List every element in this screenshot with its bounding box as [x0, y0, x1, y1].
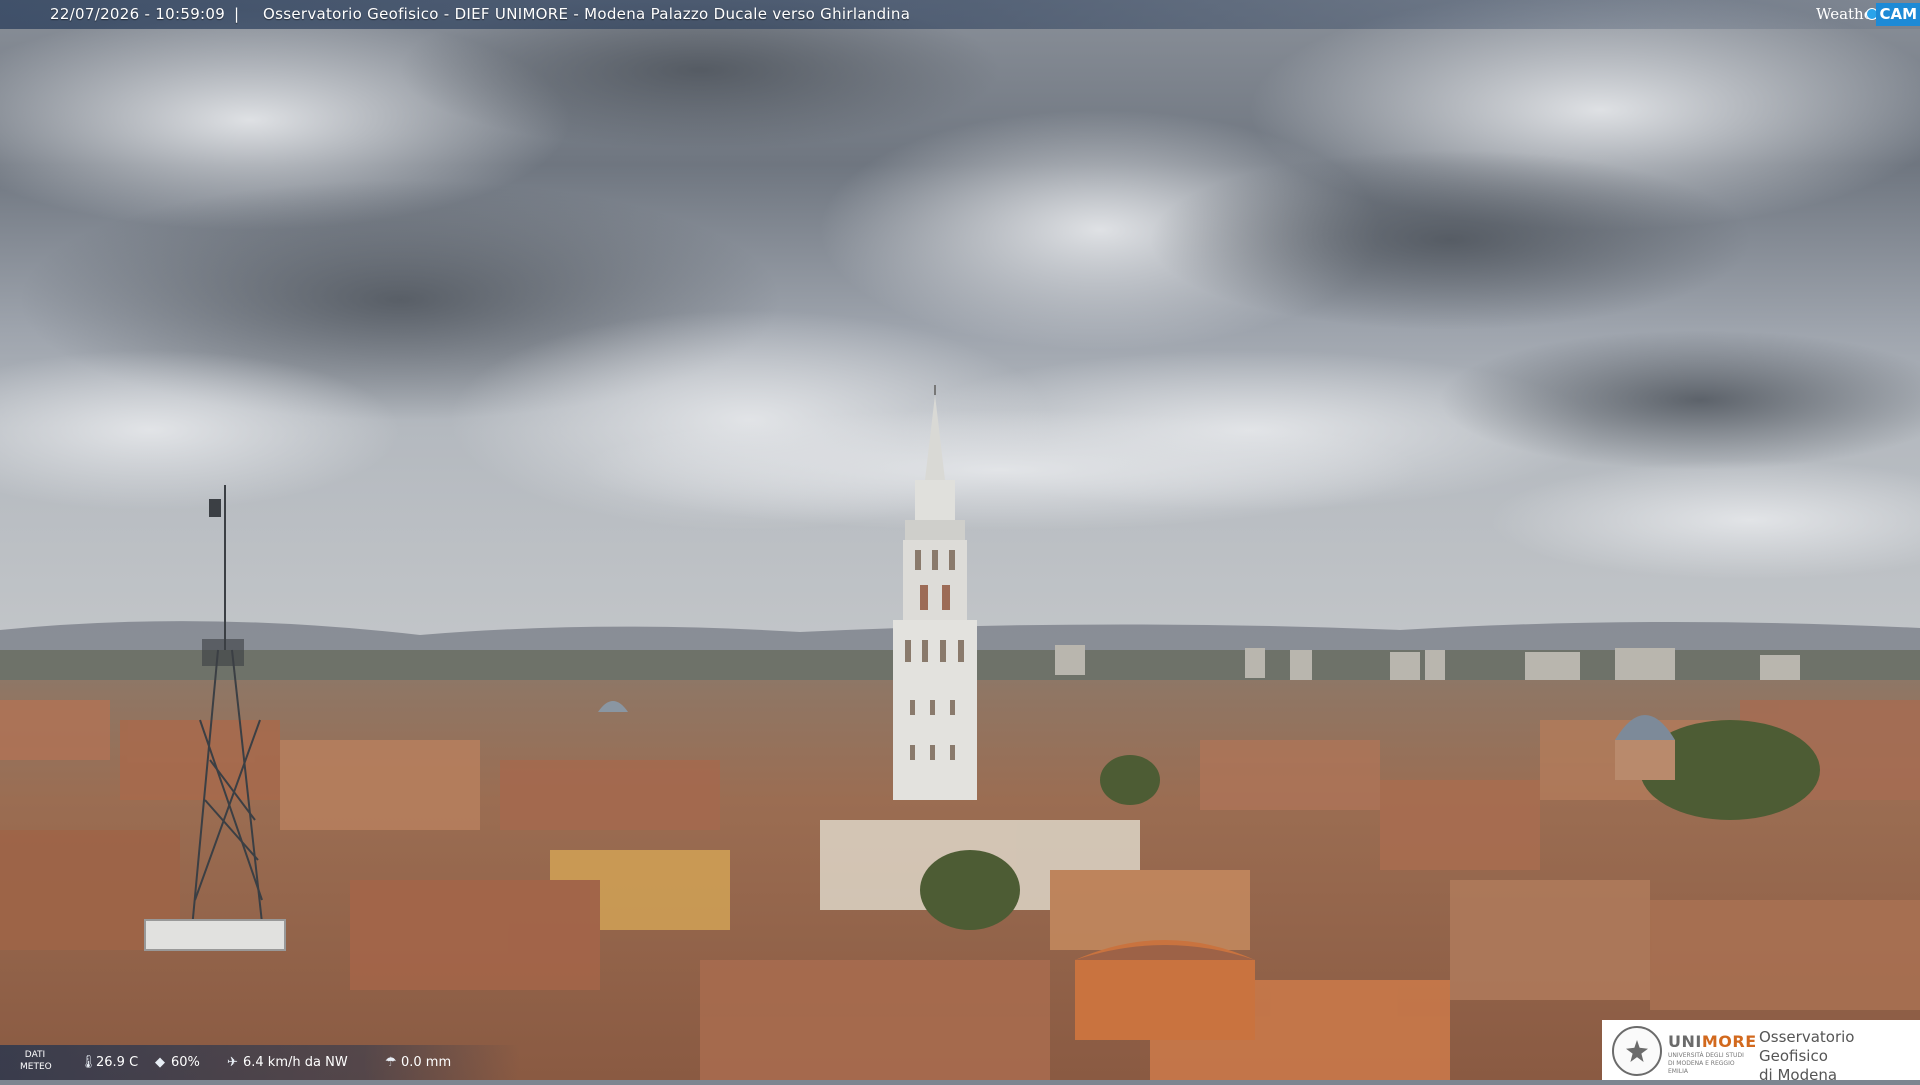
- humidity-value: 60%: [171, 1055, 200, 1070]
- rain-gauge-icon: ☂: [385, 1054, 397, 1070]
- weather-data-label: DATI METEO: [20, 1050, 52, 1072]
- university-name: UNIMORE: [1668, 1032, 1757, 1051]
- logo-cam-text: CAM: [1876, 3, 1920, 26]
- wind-reading: ✈ 6.4 km/h da NW: [227, 1045, 348, 1080]
- weathercam-logo: Weather CAM: [1816, 0, 1920, 29]
- wind-sock-icon: ✈: [227, 1054, 238, 1070]
- university-seal-icon: [1612, 1026, 1662, 1076]
- thermometer-icon: 🌡︎: [80, 1054, 97, 1070]
- header-separator: |: [234, 5, 240, 23]
- webcam-scene: [0, 0, 1920, 1080]
- wind-value: 6.4 km/h da NW: [243, 1055, 348, 1070]
- camera-title: Osservatorio Geofisico - DIEF UNIMORE - …: [263, 5, 911, 23]
- humidity-drop-icon: ◆: [155, 1054, 165, 1070]
- observatory-name: Osservatorio Geofisico di Modena: [1759, 1028, 1855, 1084]
- humidity-reading: ◆ 60%: [155, 1045, 200, 1080]
- university-subtitle: UNIVERSITÀ DEGLI STUDI DI MODENA E REGGI…: [1668, 1052, 1744, 1075]
- rain-reading: ☂ 0.0 mm: [385, 1045, 451, 1080]
- unimore-branding: UNIMORE UNIVERSITÀ DEGLI STUDI DI MODENA…: [1602, 1020, 1920, 1084]
- temperature-reading: 🌡︎ 26.9 C: [80, 1045, 138, 1080]
- rain-value: 0.0 mm: [401, 1055, 452, 1070]
- webcam-header-bar: 22/07/2026 - 10:59:09 | Osservatorio Geo…: [0, 0, 1920, 29]
- timestamp: 22/07/2026 - 10:59:09: [50, 5, 226, 23]
- weather-data-bar: DATI METEO 🌡︎ 26.9 C ◆ 60% ✈ 6.4 km/h da…: [0, 1045, 520, 1080]
- temperature-value: 26.9 C: [96, 1055, 139, 1070]
- clouds: [0, 0, 1920, 580]
